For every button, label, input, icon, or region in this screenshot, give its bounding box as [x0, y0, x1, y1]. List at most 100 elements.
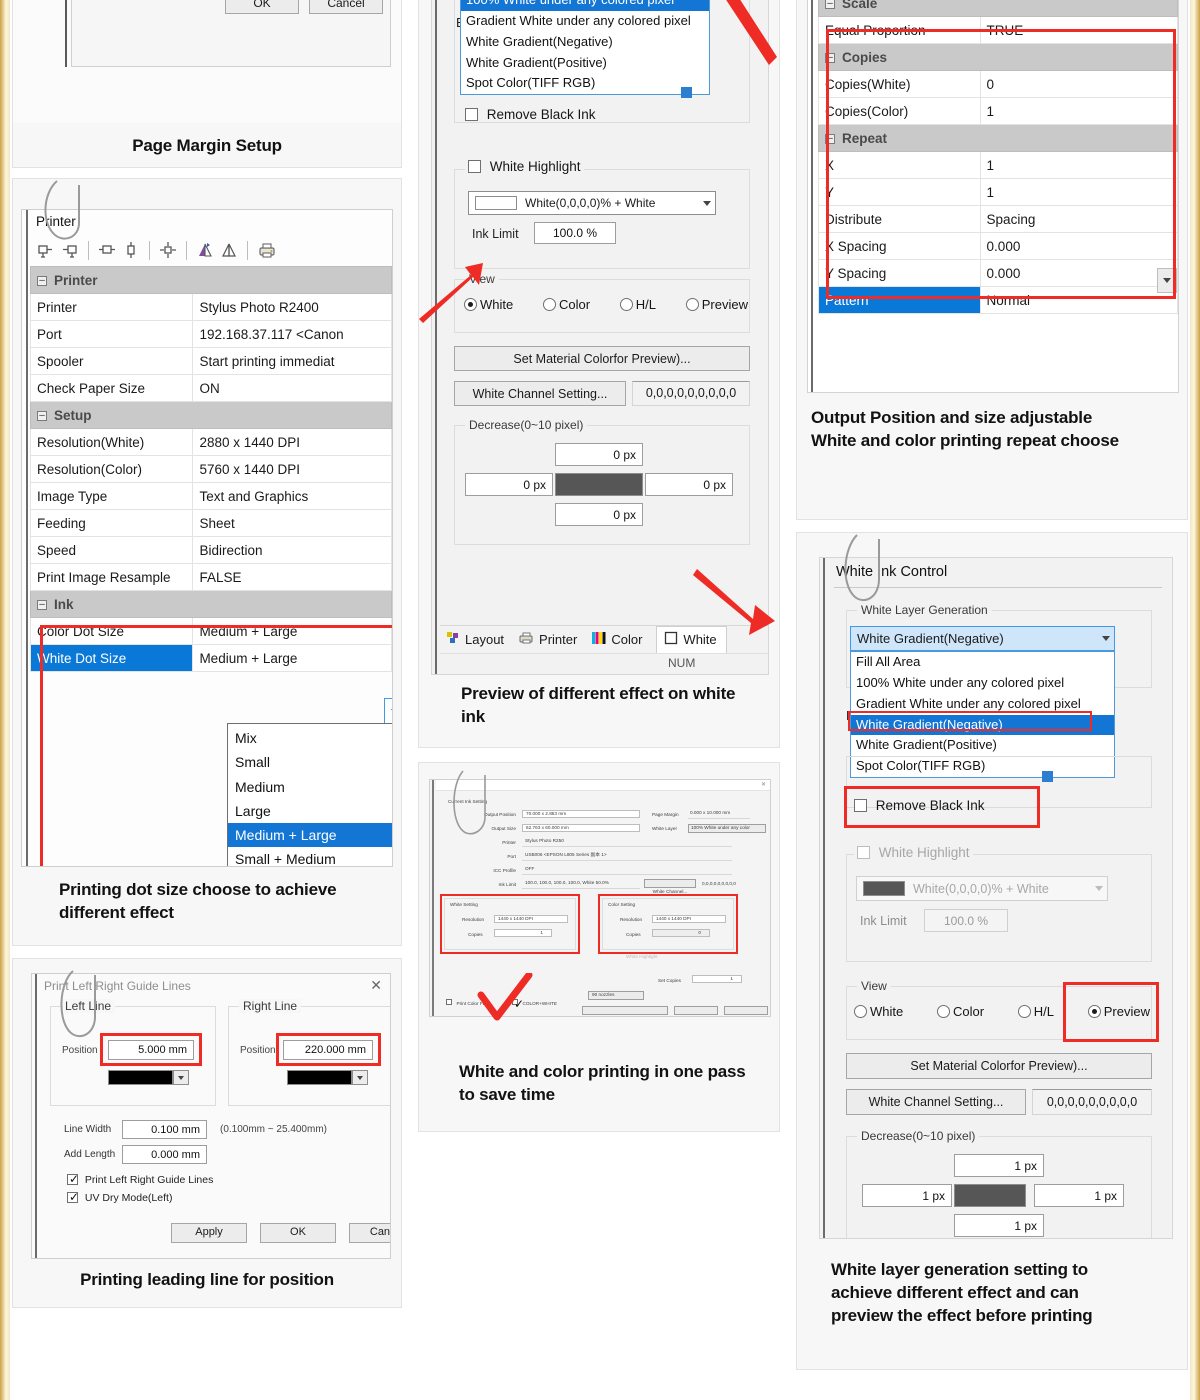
collapse-icon-copies[interactable]: – — [825, 52, 835, 63]
white-layer-dropdown-list[interactable]: 100% White under any colored pixel Gradi… — [460, 0, 710, 96]
set-material-color-button[interactable]: Set Material Colorfor Preview)... — [846, 1053, 1152, 1079]
table-row[interactable]: Distribute Spacing — [818, 205, 1178, 233]
guide-apply-button[interactable]: Apply — [171, 1223, 247, 1243]
dropdown-option[interactable]: Gradient White under any colored pixel — [851, 694, 1114, 715]
guide-ok-button[interactable]: OK — [260, 1223, 336, 1243]
collapse-icon-scale[interactable]: – — [825, 0, 835, 9]
grid-group-ink[interactable]: – Ink — [30, 590, 392, 618]
table-row[interactable]: Print Image Resample FALSE — [30, 563, 392, 591]
table-row[interactable]: Equal Proportion TRUE — [818, 16, 1178, 44]
table-row[interactable]: X1 — [818, 151, 1178, 179]
decrease-bottom-input[interactable]: 1 px — [954, 1214, 1044, 1237]
white-layer-combobox[interactable]: White Gradient(Negative) — [850, 626, 1115, 651]
white-layer-combobox[interactable]: 100% White under any color — [688, 824, 766, 833]
printer-icon[interactable] — [256, 240, 278, 260]
tab-color[interactable]: Color — [591, 631, 642, 648]
radio-icon[interactable] — [1087, 1005, 1101, 1018]
radio-view-white[interactable]: White — [854, 1004, 903, 1019]
dropdown-option[interactable]: White Gradient(Positive) — [461, 53, 709, 74]
table-row[interactable]: Copies(White) 0 — [818, 70, 1178, 98]
table-row[interactable]: Resolution(White) 2880 x 1440 DPI — [30, 428, 392, 456]
grid-group-repeat[interactable]: – Repeat — [818, 124, 1178, 152]
add-length-input[interactable]: 0.000 mm — [122, 1145, 207, 1164]
align-right-icon[interactable] — [60, 240, 80, 260]
dropdown-option[interactable]: Small + Medium — [228, 847, 392, 866]
grid-group-printer[interactable]: – Printer — [30, 266, 392, 294]
dropdown-option[interactable]: Large — [228, 799, 392, 823]
dropdown-option-selected[interactable]: Medium + Large — [228, 823, 392, 848]
radio-icon[interactable] — [1017, 1005, 1031, 1018]
checkbox-white-highlight[interactable]: White Highlight — [854, 845, 973, 860]
dropdown-option[interactable]: Fill All Area — [851, 652, 1114, 673]
radio-view-preview[interactable]: Preview — [1087, 1004, 1150, 1019]
align-left-icon[interactable] — [36, 240, 56, 260]
table-row-selected[interactable]: White Dot Size Medium + Large — [30, 644, 392, 672]
table-row[interactable]: Y1 — [818, 178, 1178, 206]
close-icon[interactable]: ✕ — [761, 781, 766, 788]
left-line-color-swatch[interactable] — [108, 1070, 173, 1085]
radio-view-hl[interactable]: H/L — [619, 297, 656, 312]
white-dot-size-dropdown-list[interactable]: Mix Small Medium Large Medium + Large Sm… — [227, 723, 392, 866]
radio-icon[interactable] — [685, 298, 699, 311]
dropdown-option[interactable]: Spot Color(TIFF RGB) — [461, 73, 709, 94]
nozzle-combobox[interactable]: 90 nozzles — [588, 991, 644, 1000]
radio-icon[interactable] — [619, 298, 633, 311]
highlight-color-swatch[interactable] — [475, 196, 517, 210]
close-icon[interactable]: ✕ — [370, 978, 382, 992]
radio-icon[interactable] — [854, 1005, 867, 1018]
checkbox-icon[interactable] — [67, 1190, 79, 1204]
align-center-h-icon[interactable] — [97, 240, 117, 260]
table-row[interactable]: Port 192.168.37.117 <Canon — [30, 320, 392, 348]
output-position-field[interactable]: 70.000 x 2.863 mm — [522, 810, 640, 818]
checkbox-uv-dry-mode[interactable]: UV Dry Mode(Left) — [67, 1190, 172, 1204]
checkbox-icon[interactable] — [465, 108, 478, 121]
radio-view-color[interactable]: Color — [936, 1004, 984, 1019]
dropdown-option[interactable]: White Gradient(Negative) — [461, 32, 709, 53]
radio-icon[interactable] — [936, 1005, 950, 1018]
white-channel-button[interactable]: White Channel... — [644, 879, 696, 894]
checkbox-icon[interactable] — [857, 846, 870, 859]
dropdown-option[interactable]: Gradient White under any colored pixel — [461, 11, 709, 32]
dropdown-option[interactable]: 100% White under any colored pixel — [851, 673, 1114, 694]
cancel-button[interactable]: Cancel — [724, 1006, 768, 1015]
table-row[interactable]: Resolution(Color) 5760 x 1440 DPI — [30, 455, 392, 483]
set-material-color-button[interactable]: Set Material Colorfor Preview)... — [454, 346, 750, 371]
chevron-down-icon[interactable] — [698, 192, 715, 214]
white-channel-setting-button[interactable]: White Channel Setting... — [846, 1089, 1026, 1115]
checkbox-white-highlight[interactable]: White Highlight — [465, 159, 584, 174]
checkbox-remove-black-ink[interactable]: Remove Black Ink — [465, 107, 596, 122]
left-color-dropdown[interactable] — [173, 1070, 189, 1085]
radio-view-preview[interactable]: Preview — [685, 297, 748, 312]
checkbox-icon[interactable] — [446, 999, 452, 1005]
table-row[interactable]: Feeding Sheet — [30, 509, 392, 537]
save-as-file-button[interactable]: Save as file(*.prn)... — [582, 1006, 668, 1015]
grid-group-scale[interactable]: – Scale — [818, 0, 1178, 17]
right-color-dropdown[interactable] — [352, 1070, 368, 1085]
table-row[interactable]: Y Spacing 0.000 — [818, 259, 1178, 287]
table-row[interactable]: Image Type Text and Graphics — [30, 482, 392, 510]
output-size-field[interactable]: 62.763 x 60.000 mm — [522, 824, 640, 832]
line-width-input[interactable]: 0.100 mm — [122, 1120, 207, 1139]
table-row[interactable]: Color Dot Size Medium + Large — [30, 617, 392, 645]
radio-view-hl[interactable]: H/L — [1017, 1004, 1054, 1019]
checkbox-print-guide-lines[interactable]: Print Left Right Guide Lines — [67, 1172, 213, 1186]
table-row[interactable]: Printer Stylus Photo R2400 — [30, 293, 392, 321]
grid-group-copies[interactable]: – Copies — [818, 43, 1178, 71]
ink-limit-input[interactable]: 100.0 % — [534, 222, 616, 244]
decrease-left-input[interactable]: 0 px — [465, 473, 553, 496]
decrease-top-input[interactable]: 0 px — [555, 443, 643, 466]
table-row[interactable]: Speed Bidirection — [30, 536, 392, 564]
dropdown-option[interactable]: Mix — [228, 726, 392, 750]
dropdown-option[interactable]: White Gradient(Positive) — [851, 735, 1114, 756]
radio-icon[interactable] — [542, 298, 556, 311]
tab-layout[interactable]: Layout — [446, 631, 504, 648]
white-highlight-combobox[interactable]: White(0,0,0,0)% + White — [468, 191, 716, 215]
white-copies-spinner[interactable]: 1 — [494, 929, 552, 937]
checkbox-icon[interactable] — [67, 1172, 79, 1186]
right-position-input[interactable]: 220.000 mm — [283, 1040, 373, 1060]
grid-group-setup[interactable]: – Setup — [30, 401, 392, 429]
collapse-icon-repeat[interactable]: – — [825, 133, 835, 144]
radio-view-color[interactable]: Color — [542, 297, 590, 312]
print-button[interactable]: Print — [674, 1006, 718, 1015]
dropdown-option-selected[interactable]: 100% White under any colored pixel — [461, 0, 709, 11]
